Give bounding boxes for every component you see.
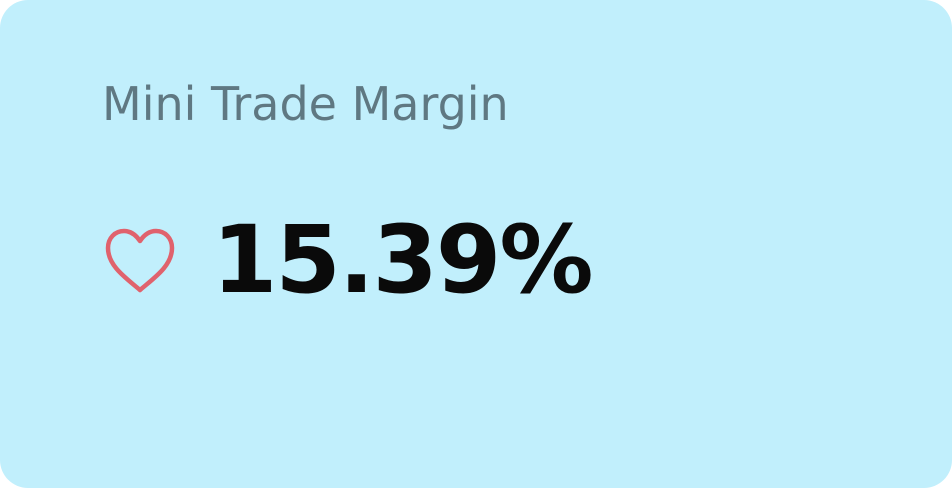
metric-value: 15.39% xyxy=(212,206,594,315)
metric-value-row: 15.39% xyxy=(104,206,594,316)
heart-icon xyxy=(105,228,175,293)
metric-title: Mini Trade Margin xyxy=(102,77,509,131)
metric-card: Mini Trade Margin 15.39% xyxy=(0,0,952,488)
